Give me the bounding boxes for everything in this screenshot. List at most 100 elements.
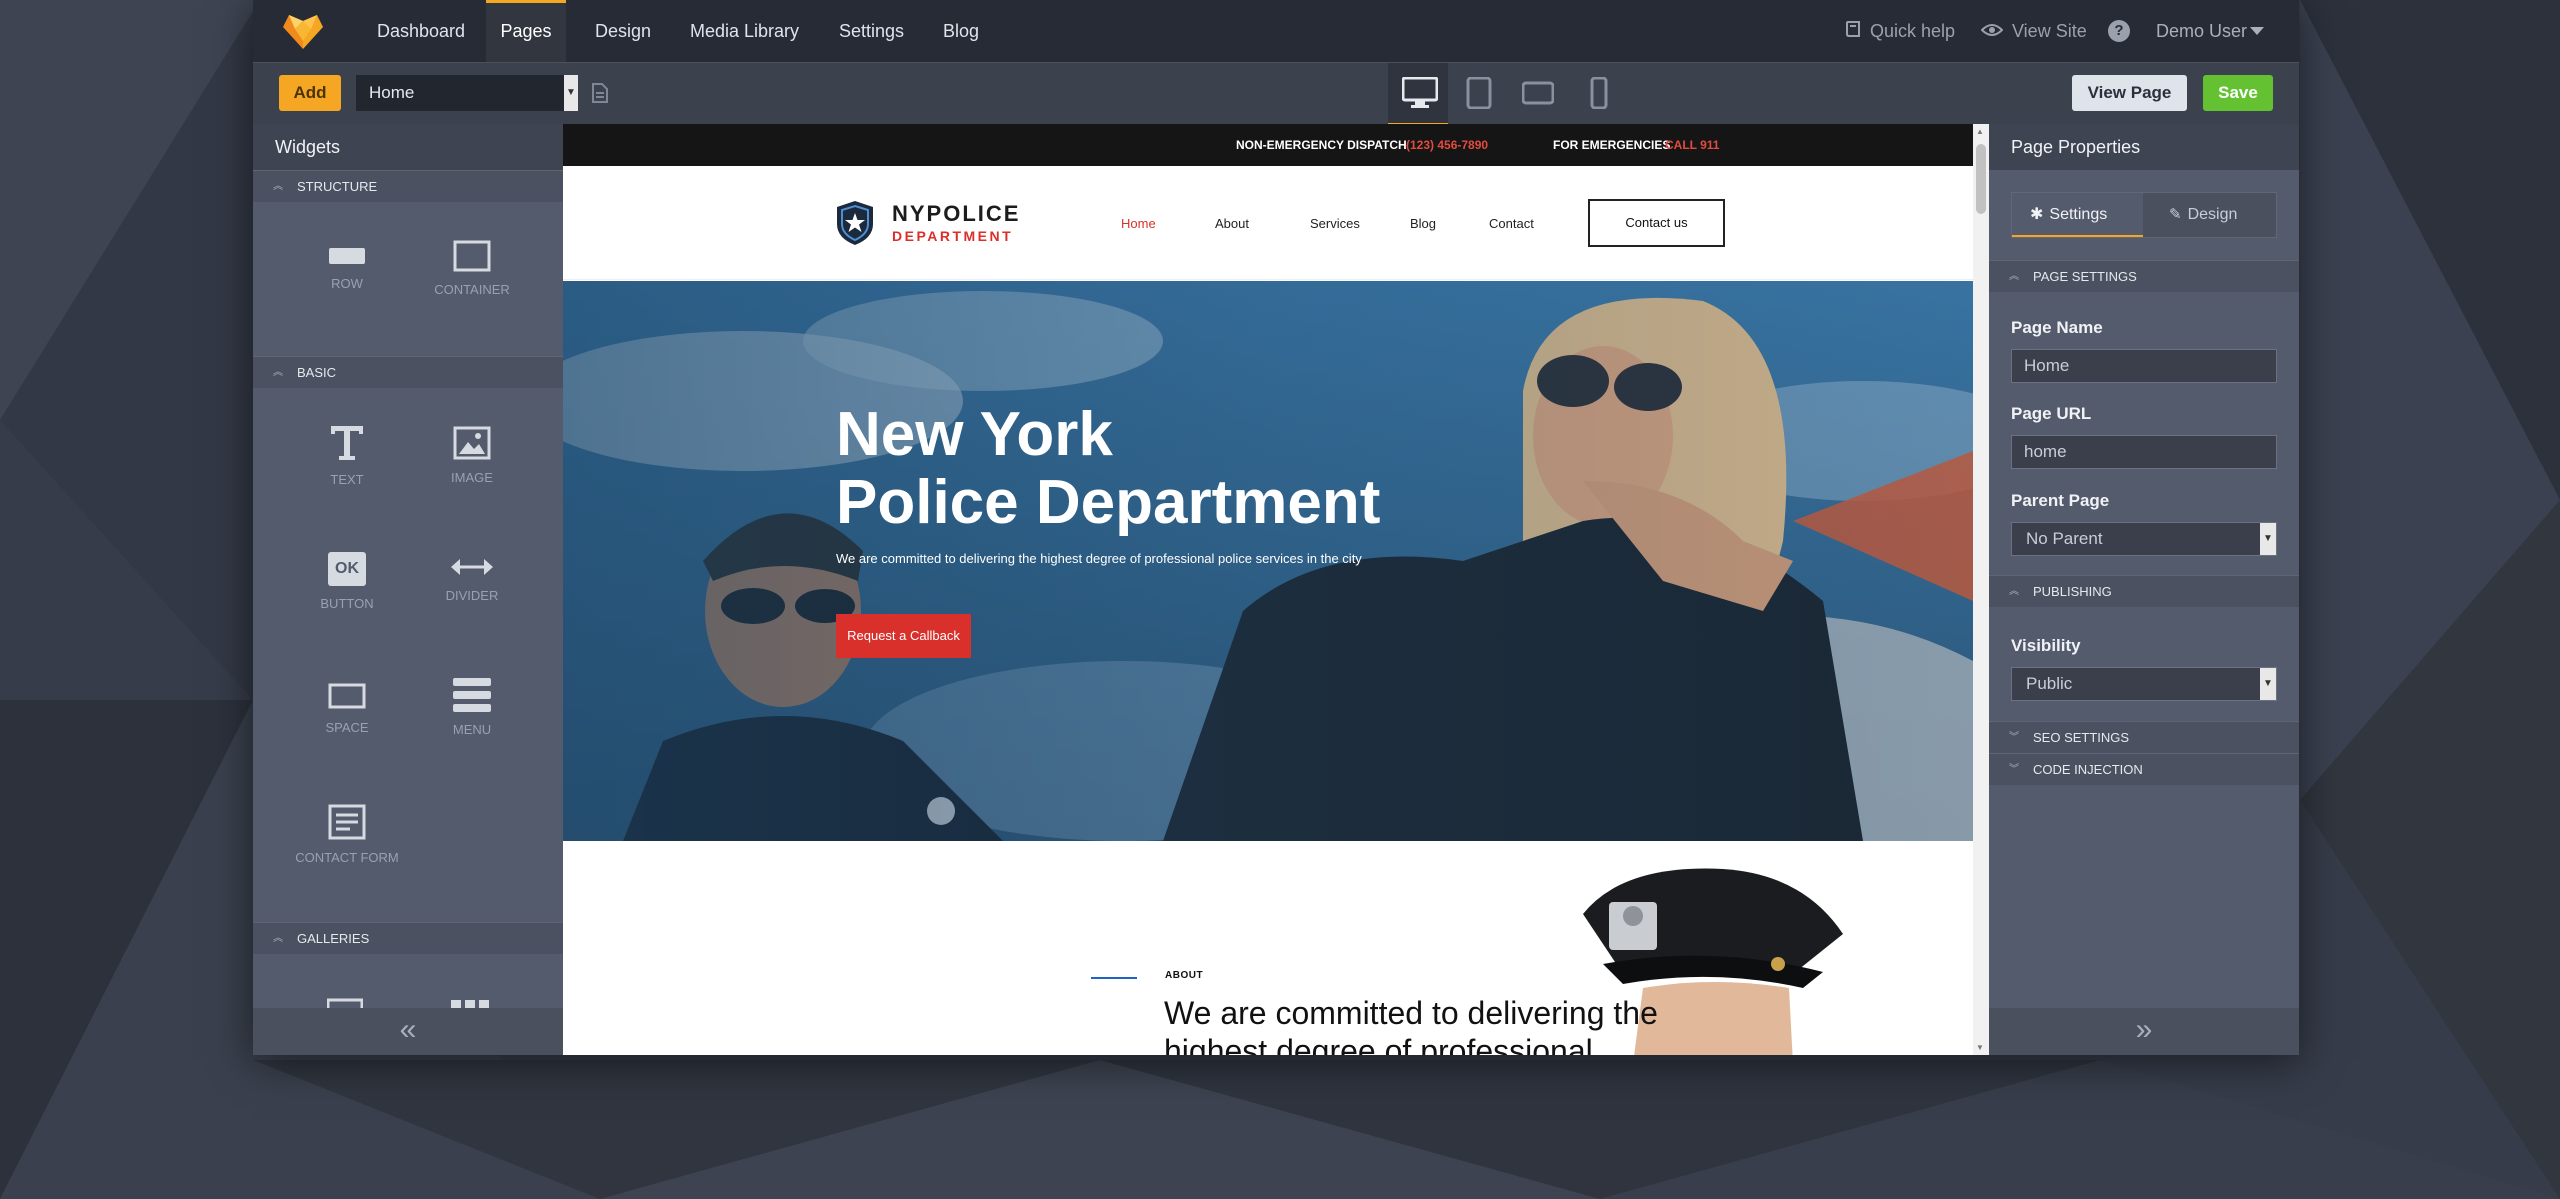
tab-design[interactable]: ✎ Design — [2145, 193, 2276, 237]
page-name-label: Page Name — [2011, 318, 2103, 337]
grid-gallery-icon — [451, 1000, 489, 1008]
app-logo-icon[interactable] — [281, 11, 325, 51]
tab-settings-label: Settings — [2049, 206, 2108, 223]
section-structure[interactable]: ︽ STRUCTURE — [253, 170, 563, 202]
widget-space[interactable]: SPACE — [286, 656, 408, 778]
section-code-injection[interactable]: ︾ CODE INJECTION — [1989, 753, 2299, 785]
widget-menu-label: MENU — [452, 722, 492, 737]
tab-settings[interactable]: ✱ Settings — [2012, 193, 2143, 237]
nav-dashboard[interactable]: Dashboard — [377, 0, 465, 62]
parent-page-value: No Parent — [2026, 529, 2103, 548]
chevron-up-icon: ︽ — [273, 933, 283, 944]
user-menu[interactable]: Demo User — [2156, 0, 2247, 62]
widget-row[interactable]: ROW — [286, 218, 408, 340]
divider-icon — [451, 559, 493, 575]
widget-button-label: BUTTON — [320, 596, 374, 611]
desktop-icon — [1402, 77, 1438, 108]
site-header: NYPOLICE DEPARTMENT Home About Services … — [563, 166, 1973, 280]
widget-divider[interactable]: DIVIDER — [411, 530, 533, 652]
chevron-up-icon: ︽ — [2009, 271, 2019, 282]
section-page-settings-label: PAGE SETTINGS — [2033, 269, 2137, 284]
add-button[interactable]: Add — [279, 75, 341, 111]
page-select-value: Home — [369, 83, 415, 102]
phone-icon — [1590, 77, 1608, 109]
scrollbar-thumb[interactable] — [1976, 144, 1986, 214]
container-icon — [453, 240, 491, 272]
dispatch-number: (123) 456-7890 — [1406, 138, 1489, 152]
nav-design[interactable]: Design — [595, 0, 651, 62]
space-icon — [328, 683, 366, 709]
section-basic[interactable]: ︽ BASIC — [253, 356, 563, 388]
site-nav-contact[interactable]: Contact — [1489, 216, 1534, 231]
quick-help-link[interactable]: Quick help — [1870, 0, 1955, 62]
help-icon[interactable]: ? — [2108, 20, 2130, 42]
save-button[interactable]: Save — [2203, 75, 2273, 111]
emergency-label: FOR EMERGENCIES — [1553, 138, 1671, 152]
device-desktop-button[interactable] — [1388, 63, 1448, 125]
widget-contact-form-label: CONTACT FORM — [295, 850, 399, 865]
site-topbar: NON-EMERGENCY DISPATCH (123) 456-7890 FO… — [563, 124, 1973, 166]
widget-menu[interactable]: MENU — [411, 656, 533, 778]
chevron-up-icon: ︽ — [273, 367, 283, 378]
scroll-up-icon[interactable]: ▲ — [1976, 127, 1984, 136]
device-phone-button[interactable] — [1568, 63, 1628, 125]
visibility-select[interactable]: Public ▼ — [2011, 667, 2277, 701]
widgets-panel: Widgets ︽ STRUCTURE ROW CONTAINER ︽ BASI… — [253, 124, 563, 1055]
preview-scrollbar[interactable]: ▲ ▼ — [1973, 124, 1989, 1055]
editor-toolbar: Add Home ▼ View Page Save — [253, 62, 2299, 125]
section-publishing[interactable]: ︽ PUBLISHING — [1989, 575, 2299, 607]
section-structure-label: STRUCTURE — [297, 179, 378, 194]
widget-image[interactable]: IMAGE — [411, 404, 533, 526]
site-nav-blog[interactable]: Blog — [1410, 216, 1436, 231]
widget-contact-form[interactable]: CONTACT FORM — [286, 782, 408, 904]
site-nav-home[interactable]: Home — [1121, 216, 1156, 231]
widget-container[interactable]: CONTAINER — [411, 218, 533, 340]
site-nav-about[interactable]: About — [1215, 216, 1249, 231]
scroll-down-icon[interactable]: ▼ — [1976, 1043, 1984, 1052]
section-galleries-label: GALLERIES — [297, 931, 370, 946]
view-page-button[interactable]: View Page — [2072, 75, 2187, 111]
caret-down-icon[interactable] — [2250, 27, 2264, 35]
section-page-settings[interactable]: ︽ PAGE SETTINGS — [1989, 260, 2299, 292]
duplicate-page-icon[interactable] — [591, 82, 609, 104]
page-url-label: Page URL — [2011, 404, 2092, 423]
page-name-input[interactable]: Home — [2011, 349, 2277, 383]
device-tablet-landscape-button[interactable] — [1508, 63, 1568, 125]
widget-container-label: CONTAINER — [434, 282, 510, 297]
parent-page-label: Parent Page — [2011, 491, 2110, 510]
device-tablet-button[interactable] — [1448, 63, 1508, 125]
tab-design-label: Design — [2187, 206, 2238, 223]
chevron-down-icon[interactable]: ▼ — [564, 75, 578, 111]
hero-title: New York Police Department — [836, 401, 1380, 537]
nav-media-library[interactable]: Media Library — [690, 0, 799, 62]
site-contact-button[interactable]: Contact us — [1588, 199, 1725, 247]
eye-icon — [1981, 24, 2003, 36]
chevron-down-icon[interactable]: ▼ — [2260, 523, 2276, 555]
menu-icon — [453, 678, 491, 712]
widget-button[interactable]: OK BUTTON — [286, 530, 408, 652]
site-nav-services[interactable]: Services — [1310, 216, 1360, 231]
chevron-down-icon[interactable]: ▼ — [2260, 668, 2276, 700]
collapse-left-button[interactable]: « — [253, 1008, 563, 1055]
section-seo-settings[interactable]: ︾ SEO SETTINGS — [1989, 721, 2299, 753]
hero-title-line1: New York — [836, 400, 1113, 469]
settings-icon: ✱ — [2030, 206, 2044, 223]
nav-blog[interactable]: Blog — [943, 0, 979, 62]
tablet-icon — [1466, 77, 1492, 109]
page-preview-canvas[interactable]: NON-EMERGENCY DISPATCH (123) 456-7890 FO… — [563, 124, 1973, 1055]
page-select[interactable]: Home ▼ — [356, 75, 578, 111]
widget-text[interactable]: TEXT — [286, 404, 408, 526]
dispatch-label: NON-EMERGENCY DISPATCH — [1236, 138, 1407, 152]
section-galleries[interactable]: ︽ GALLERIES — [253, 922, 563, 954]
properties-tabs: ✱ Settings ✎ Design — [2011, 192, 2277, 238]
nav-pages[interactable]: Pages — [486, 0, 566, 62]
page-url-input[interactable]: home — [2011, 435, 2277, 469]
chevron-down-icon: ︾ — [2009, 732, 2019, 743]
collapse-right-button[interactable]: » — [1989, 1008, 2299, 1055]
view-site-link[interactable]: View Site — [2012, 0, 2087, 62]
row-icon — [329, 248, 365, 264]
request-callback-button[interactable]: Request a Callback — [836, 614, 971, 658]
contact-form-icon — [328, 804, 366, 840]
parent-page-select[interactable]: No Parent ▼ — [2011, 522, 2277, 556]
nav-settings[interactable]: Settings — [839, 0, 904, 62]
